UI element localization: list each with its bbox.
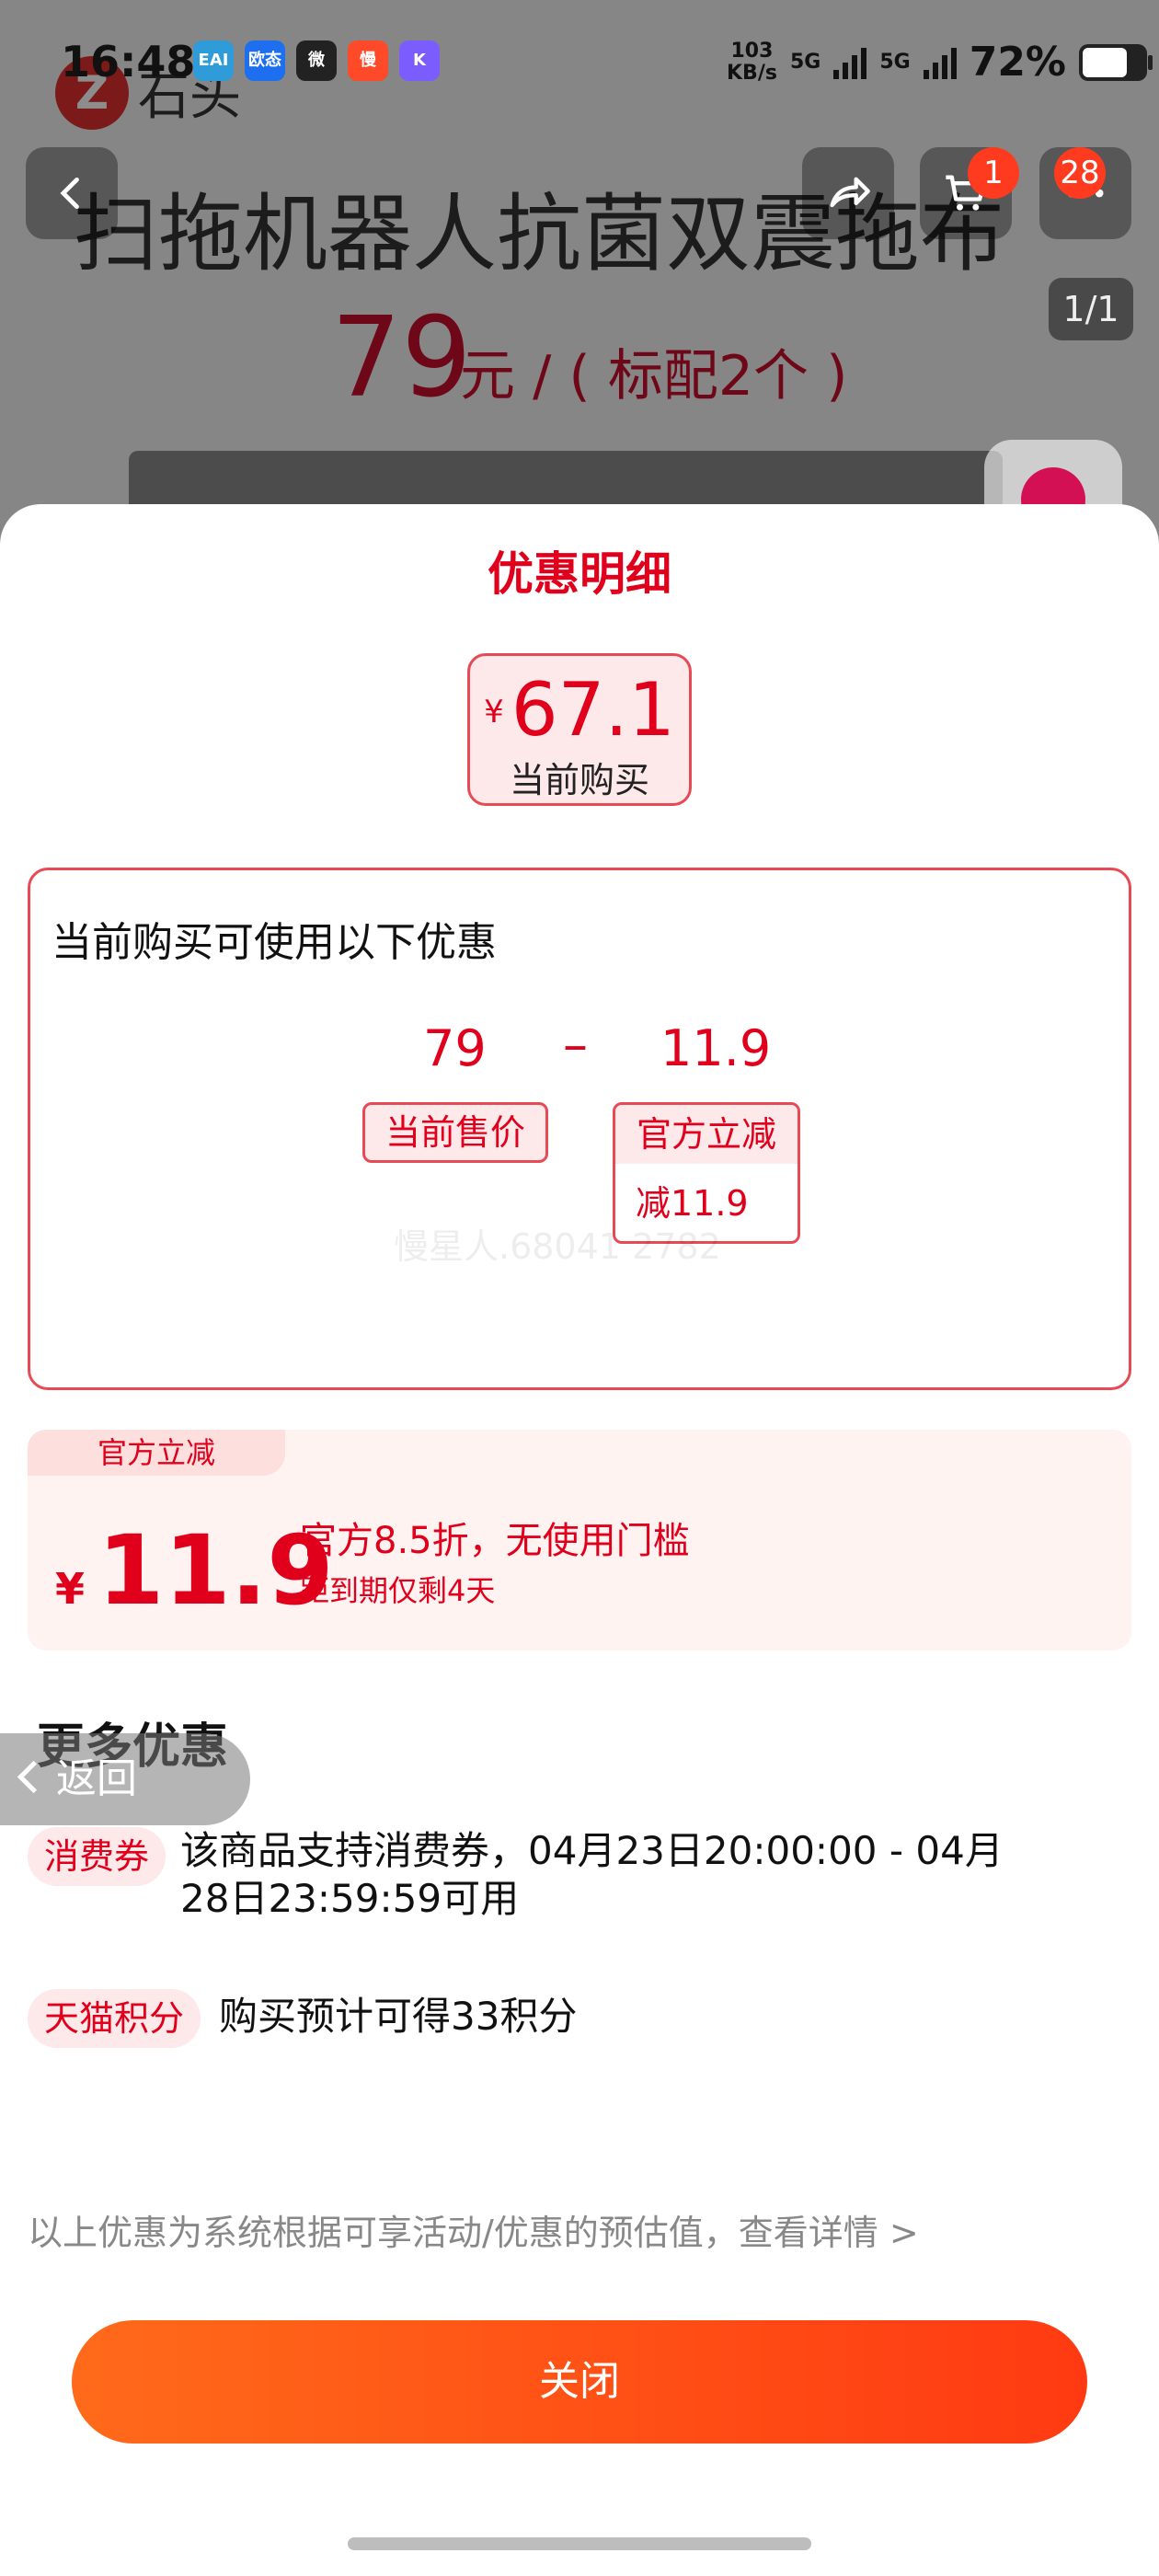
back-button[interactable] [26, 147, 118, 239]
points-description: 购买预计可得33积分 [219, 1994, 578, 2039]
battery-icon [1079, 43, 1153, 81]
chevron-left-icon [60, 177, 79, 210]
floating-back-button[interactable]: 返回 [0, 1733, 250, 1825]
current-price-box: ¥67.1 当前购买 [467, 653, 692, 806]
current-price-value: 67.1 [511, 667, 675, 753]
minus-operator: – [563, 1016, 588, 1074]
sheet-title: 优惠明细 [488, 547, 671, 601]
sim2-label: 5G [879, 51, 911, 74]
network-speed-value: 103 [730, 39, 774, 63]
promo-amount-value: 11.9 [98, 1514, 334, 1627]
promo-tab-label: 官方立减 [28, 1430, 285, 1476]
coupon-description: 该商品支持消费券，04月23日20:00:00 - 04月28日23:59:59… [180, 1828, 1004, 1921]
current-price: ¥67.1 [470, 667, 689, 753]
currency-symbol: ¥ [484, 694, 504, 730]
notification-app-icon: 欧态 [245, 40, 285, 81]
network-speed: 103 KB/s [727, 40, 777, 85]
discount-amount-value: 11.9 [660, 1019, 772, 1077]
chevron-left-icon [17, 1760, 51, 1794]
home-indicator[interactable] [348, 2537, 811, 2550]
share-button[interactable] [802, 147, 894, 239]
current-price-label: 当前购买 [509, 760, 649, 800]
official-discount-card: 官方立减 ¥11.9 官方8.5折，无使用门槛 距到期仅剩4天 [28, 1430, 1131, 1650]
status-bar: 16:48 EAI 欧态 微 慢 K 103 KB/s 5G 5G 72% [0, 0, 1159, 120]
promo-description: 官方8.5折，无使用门槛 [300, 1520, 690, 1562]
cart-count-badge: 1 [968, 147, 1019, 199]
status-right: 103 KB/s 5G 5G 72% [727, 39, 1153, 86]
promo-amount: ¥11.9 [55, 1514, 334, 1627]
base-price-value: 79 [423, 1019, 487, 1077]
signal-icon [923, 46, 957, 79]
base-price-tag: 当前售价 [362, 1102, 548, 1163]
floating-back-label: 返回 [56, 1755, 137, 1802]
notification-app-icon: EAI [193, 40, 234, 81]
sim1-label: 5G [789, 51, 821, 74]
image-counter: 1/1 [1049, 278, 1133, 340]
notification-app-icon: K [399, 40, 440, 81]
promo-expiry: 距到期仅剩4天 [300, 1573, 496, 1608]
message-count-badge: 28 [1054, 147, 1106, 199]
watermark: 慢星人.68041 2782 [394, 1226, 721, 1267]
discount-tag-title: 官方立减 [615, 1105, 798, 1164]
signal-icon [833, 46, 867, 79]
close-button[interactable]: 关闭 [72, 2320, 1087, 2444]
wechat-icon: 微 [296, 40, 337, 81]
coupon-tag: 消费券 [28, 1827, 166, 1886]
network-speed-unit: KB/s [727, 61, 777, 85]
points-tag: 天猫积分 [28, 1989, 201, 2048]
discount-details-sheet: 优惠明细 ¥67.1 当前购买 当前购买可使用以下优惠 79 – 11.9 当前… [0, 504, 1159, 2576]
breakdown-heading: 当前购买可使用以下优惠 [52, 919, 497, 966]
battery-percent: 72% [969, 39, 1067, 86]
currency-symbol: ¥ [55, 1564, 86, 1614]
view-details-link[interactable]: 以上优惠为系统根据可享活动/优惠的预估值，查看详情 > [28, 2204, 919, 2255]
notification-app-icon: 慢 [348, 40, 388, 81]
share-icon [830, 177, 870, 208]
status-time: 16:48 [61, 37, 196, 86]
battery-fill [1083, 47, 1128, 77]
notification-icons: EAI 欧态 微 慢 K [193, 40, 440, 81]
